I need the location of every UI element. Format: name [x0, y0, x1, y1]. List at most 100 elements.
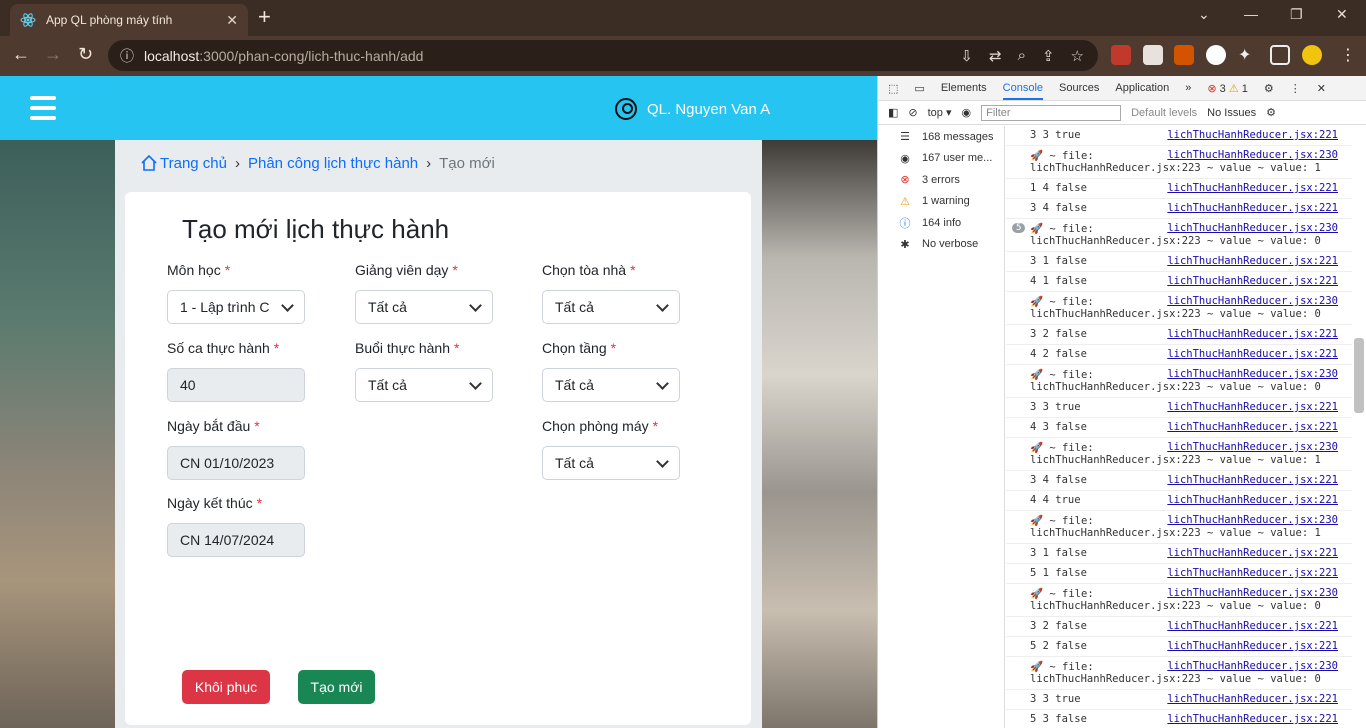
console-source-link[interactable]: lichThucHanhReducer.jsx:221 — [1167, 640, 1338, 652]
console-source-link[interactable]: lichThucHanhReducer.jsx:221 — [1167, 182, 1338, 194]
inspect-icon[interactable]: ⬚ — [888, 82, 898, 95]
console-source-link[interactable]: lichThucHanhReducer.jsx:221 — [1167, 202, 1338, 214]
console-message-detail: lichThucHanhReducer.jsx:223 ~ value ~ va… — [1030, 527, 1321, 539]
console-source-link[interactable]: lichThucHanhReducer.jsx:221 — [1167, 401, 1338, 413]
console-source-link[interactable]: lichThucHanhReducer.jsx:230 — [1167, 441, 1338, 453]
console-source-link[interactable]: lichThucHanhReducer.jsx:230 — [1167, 149, 1338, 161]
user-menu[interactable]: QL. Nguyen Van A — [615, 98, 770, 120]
chevron-down-icon — [656, 299, 669, 312]
console-source-link[interactable]: lichThucHanhReducer.jsx:221 — [1167, 713, 1338, 725]
settings-gear-icon[interactable]: ⚙ — [1264, 82, 1274, 95]
bookmark-star-icon[interactable]: ☆ — [1071, 47, 1084, 65]
extension-icon-1[interactable] — [1111, 45, 1131, 65]
menu-kebab-icon[interactable]: ⋮ — [1340, 45, 1360, 65]
forward-button[interactable]: → — [44, 44, 62, 65]
mon-hoc-select[interactable]: 1 - Lập trình C — [167, 290, 305, 324]
console-message: 🚀 ~ file: lichThucHanhReducer.jsx:223 ~ v… — [1006, 657, 1352, 690]
back-button[interactable]: ← — [12, 44, 30, 65]
console-source-link[interactable]: lichThucHanhReducer.jsx:230 — [1167, 368, 1338, 380]
console-source-link[interactable]: lichThucHanhReducer.jsx:221 — [1167, 275, 1338, 287]
console-sidebar-item[interactable]: ✱ No verbose — [878, 234, 1004, 256]
reload-button[interactable]: ↻ — [78, 44, 93, 65]
tab-search-icon[interactable]: ⌄ — [1198, 6, 1210, 23]
devtools-menu-icon[interactable]: ⋮ — [1290, 82, 1301, 95]
tang-select[interactable]: Tất cả — [542, 368, 680, 402]
console-sidebar-item[interactable]: ◉ 167 user me... — [878, 148, 1004, 170]
console-sidebar-item[interactable]: ☰ 168 messages — [878, 126, 1004, 148]
ngay-ket-thuc-label: Ngày kết thúc * — [167, 495, 263, 511]
restore-button[interactable]: ❐ — [1290, 6, 1303, 23]
window-close-button[interactable]: ✕ — [1336, 6, 1348, 23]
tab-elements[interactable]: Elements — [941, 82, 987, 94]
info-icon[interactable]: ⓘ — [120, 46, 134, 66]
console-source-link[interactable]: lichThucHanhReducer.jsx:221 — [1167, 474, 1338, 486]
console-source-link[interactable]: lichThucHanhReducer.jsx:221 — [1167, 255, 1338, 267]
console-message: 4 2 false lichThucHanhReducer.jsx:221 — [1006, 345, 1352, 365]
console-source-link[interactable]: lichThucHanhReducer.jsx:230 — [1167, 660, 1338, 672]
console-source-link[interactable]: lichThucHanhReducer.jsx:221 — [1167, 328, 1338, 340]
reset-button[interactable]: Khôi phục — [182, 670, 270, 704]
close-tab-icon[interactable]: ✕ — [226, 12, 238, 29]
extensions-puzzle-icon[interactable]: ✦ — [1238, 45, 1258, 65]
error-count[interactable]: ⊗ 3 ⚠ 1 — [1207, 82, 1248, 95]
console-source-link[interactable]: lichThucHanhReducer.jsx:221 — [1167, 547, 1338, 559]
clear-console-icon[interactable]: ⊘ — [908, 106, 917, 119]
toa-nha-select[interactable]: Tất cả — [542, 290, 680, 324]
console-message: 1 4 false lichThucHanhReducer.jsx:221 — [1006, 179, 1352, 199]
eye-icon[interactable]: ◉ — [962, 106, 972, 119]
giang-vien-select[interactable]: Tất cả — [355, 290, 493, 324]
address-bar[interactable]: ⓘ localhost:3000/phan-cong/lich-thuc-han… — [108, 40, 1098, 71]
levels-select[interactable]: Default levels — [1131, 107, 1197, 119]
minimize-button[interactable]: — — [1244, 6, 1258, 22]
scrollbar[interactable] — [1354, 338, 1364, 413]
sidebar-toggle-icon[interactable]: ◧ — [888, 106, 898, 119]
create-button[interactable]: Tạo mới — [298, 670, 375, 704]
console-source-link[interactable]: lichThucHanhReducer.jsx:230 — [1167, 587, 1338, 599]
install-icon[interactable]: ⇩ — [960, 47, 973, 65]
hamburger-menu-icon[interactable] — [30, 96, 56, 120]
translate-icon[interactable]: ⇄ — [989, 47, 1002, 65]
context-select[interactable]: top ▾ — [928, 106, 952, 119]
console-source-link[interactable]: lichThucHanhReducer.jsx:221 — [1167, 494, 1338, 506]
more-tabs-icon[interactable]: » — [1185, 82, 1191, 94]
breadcrumb-home[interactable]: Trang chủ — [160, 155, 227, 172]
tab-application[interactable]: Application — [1115, 82, 1169, 94]
browser-tab[interactable]: App QL phòng máy tính ✕ — [10, 4, 248, 36]
device-toggle-icon[interactable]: ▭ — [914, 82, 924, 95]
console-source-link[interactable]: lichThucHanhReducer.jsx:230 — [1167, 514, 1338, 526]
side-panel-icon[interactable] — [1270, 45, 1290, 65]
zoom-icon[interactable]: ⌕ — [1018, 47, 1026, 65]
devtools-close-icon[interactable]: ✕ — [1317, 82, 1326, 95]
console-source-link[interactable]: lichThucHanhReducer.jsx:221 — [1167, 129, 1338, 141]
list-icon: ☰ — [900, 131, 910, 144]
extension-icon-4[interactable] — [1206, 45, 1226, 65]
extension-icon-2[interactable] — [1143, 45, 1163, 65]
console-source-link[interactable]: lichThucHanhReducer.jsx:221 — [1167, 620, 1338, 632]
console-sidebar-label: 168 messages — [922, 130, 994, 143]
user-circle-icon — [615, 98, 637, 120]
console-sidebar-item[interactable]: ⓘ 164 info — [878, 212, 1004, 234]
breadcrumb-section[interactable]: Phân công lịch thực hành — [248, 155, 418, 172]
new-tab-button[interactable]: + — [258, 6, 271, 28]
console-source-link[interactable]: lichThucHanhReducer.jsx:230 — [1167, 222, 1338, 234]
profile-avatar[interactable] — [1302, 45, 1322, 65]
console-source-link[interactable]: lichThucHanhReducer.jsx:221 — [1167, 348, 1338, 360]
home-icon[interactable] — [140, 154, 158, 172]
share-icon[interactable]: ⇪ — [1042, 47, 1055, 65]
console-sidebar-item[interactable]: ⚠ 1 warning — [878, 191, 1004, 213]
console-source-link[interactable]: lichThucHanhReducer.jsx:221 — [1167, 567, 1338, 579]
user-name: QL. Nguyen Van A — [647, 100, 771, 118]
tab-console[interactable]: Console — [1002, 82, 1044, 100]
console-source-link[interactable]: lichThucHanhReducer.jsx:221 — [1167, 421, 1338, 433]
console-source-link[interactable]: lichThucHanhReducer.jsx:221 — [1167, 693, 1338, 705]
extension-icon-3[interactable] — [1174, 45, 1194, 65]
console-settings-icon[interactable]: ⚙ — [1266, 106, 1276, 119]
console-source-link[interactable]: lichThucHanhReducer.jsx:230 — [1167, 295, 1338, 307]
issues-button[interactable]: No Issues — [1207, 107, 1256, 119]
buoi-select[interactable]: Tất cả — [355, 368, 493, 402]
filter-input[interactable]: Filter — [981, 104, 1122, 121]
tab-sources[interactable]: Sources — [1059, 82, 1099, 94]
phong-may-select[interactable]: Tất cả — [542, 446, 680, 480]
main-content: Trang chủ › Phân công lịch thực hành › T… — [115, 140, 762, 728]
console-sidebar-item[interactable]: ⊗ 3 errors — [878, 169, 1004, 191]
